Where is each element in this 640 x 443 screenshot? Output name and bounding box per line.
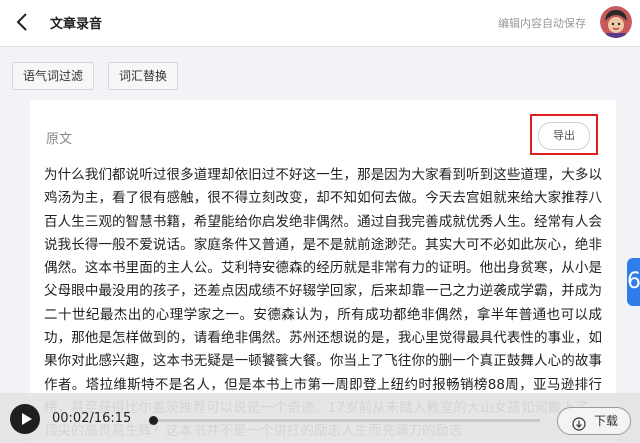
download-button[interactable]: 下载	[557, 407, 631, 435]
page-title: 文章录音	[50, 17, 103, 32]
playback-time: 00:02/16:15	[52, 411, 132, 426]
original-text-label: 原文	[46, 132, 73, 147]
play-button[interactable]	[10, 404, 40, 434]
article-card: 原文 导出 为什么我们都说听过很多道理却依旧过不好这一生，那是因为大家看到听到这…	[30, 100, 616, 443]
filter-words-button[interactable]: 语气词过滤	[12, 62, 95, 90]
autosave-status: 编辑内容自动保存	[498, 17, 586, 30]
download-label: 下载	[594, 414, 619, 428]
toolbar: 语气词过滤 词汇替换	[0, 47, 640, 99]
play-icon	[22, 413, 32, 425]
download-icon	[572, 414, 586, 431]
replace-words-button[interactable]: 词汇替换	[108, 62, 179, 90]
top-bar: 文章录音 编辑内容自动保存	[0, 0, 640, 47]
audio-player: 00:02/16:15 下载	[0, 393, 640, 443]
progress-track[interactable]	[148, 416, 540, 425]
back-arrow-icon[interactable]	[14, 12, 32, 32]
export-button[interactable]: 导出	[538, 122, 590, 150]
progress-knob[interactable]	[148, 416, 158, 425]
side-float-tab[interactable]: 6	[627, 258, 640, 306]
avatar[interactable]	[600, 6, 632, 38]
